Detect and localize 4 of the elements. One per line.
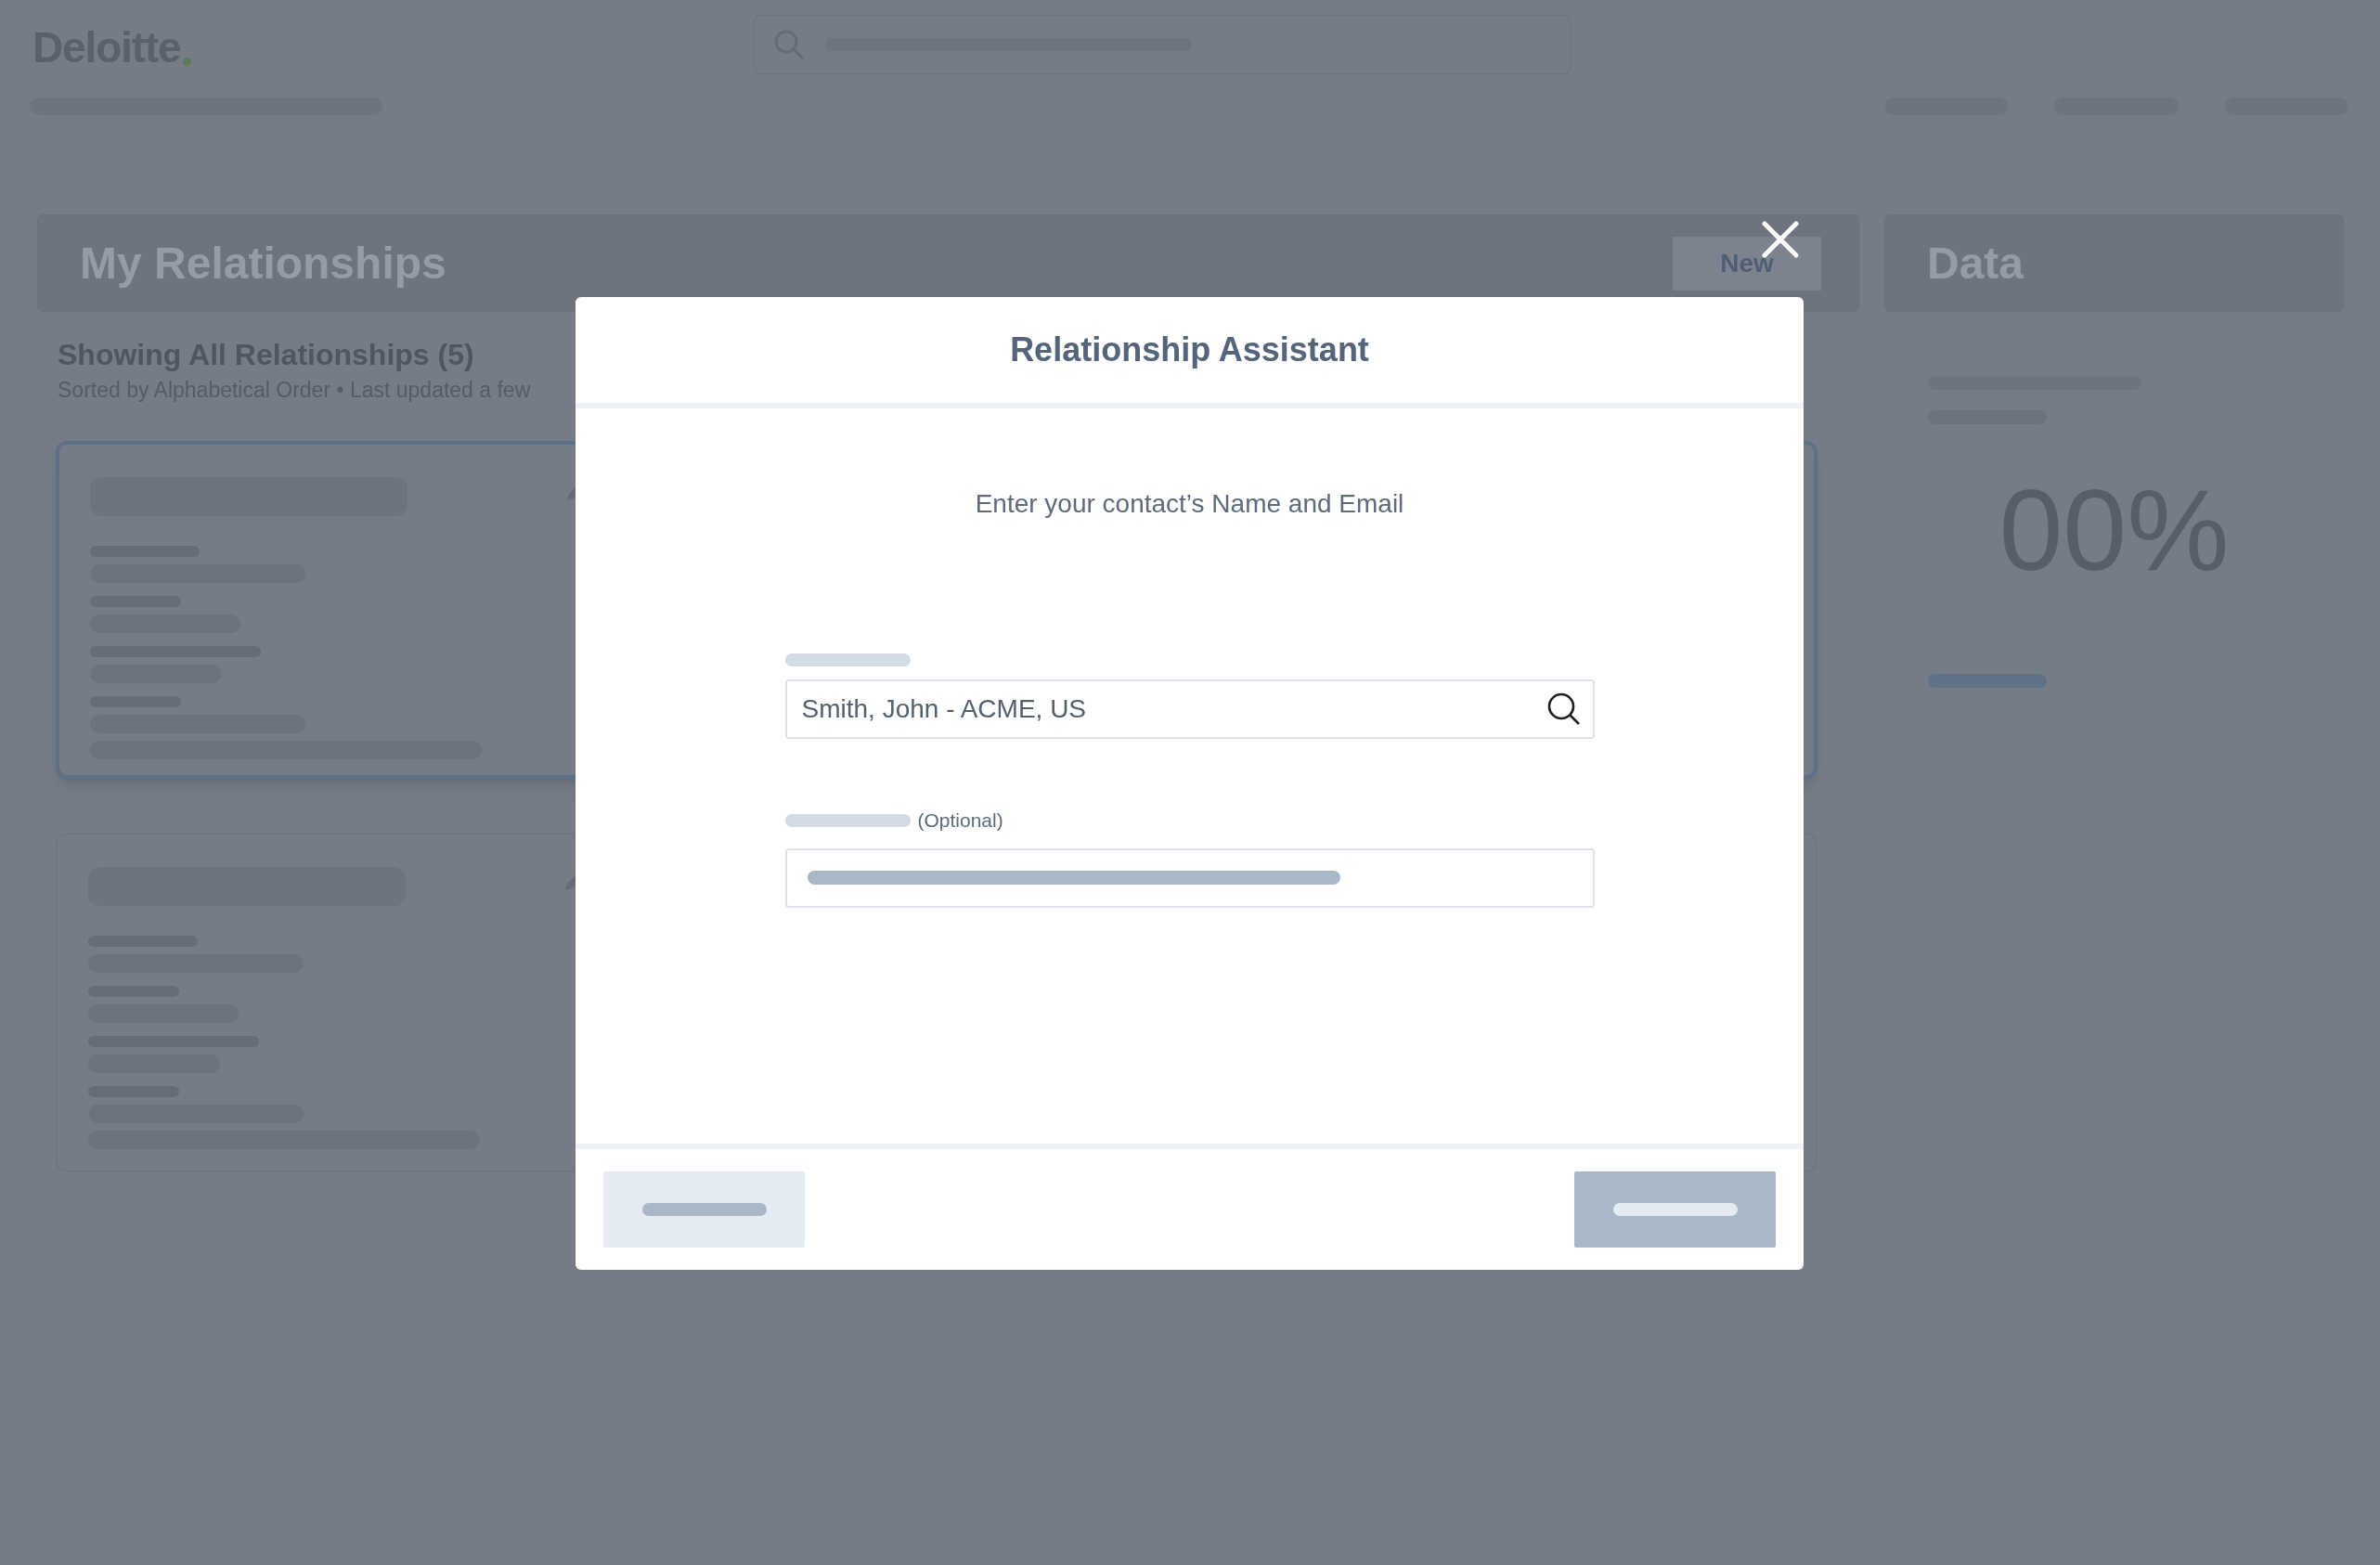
- field-value: Smith, John - ACME, US: [801, 693, 1087, 725]
- instruction-text: Enter your contact’s Name and Email: [975, 488, 1404, 520]
- optional-label: (Optional): [917, 808, 1003, 833]
- modal-title: Relationship Assistant: [1010, 330, 1369, 370]
